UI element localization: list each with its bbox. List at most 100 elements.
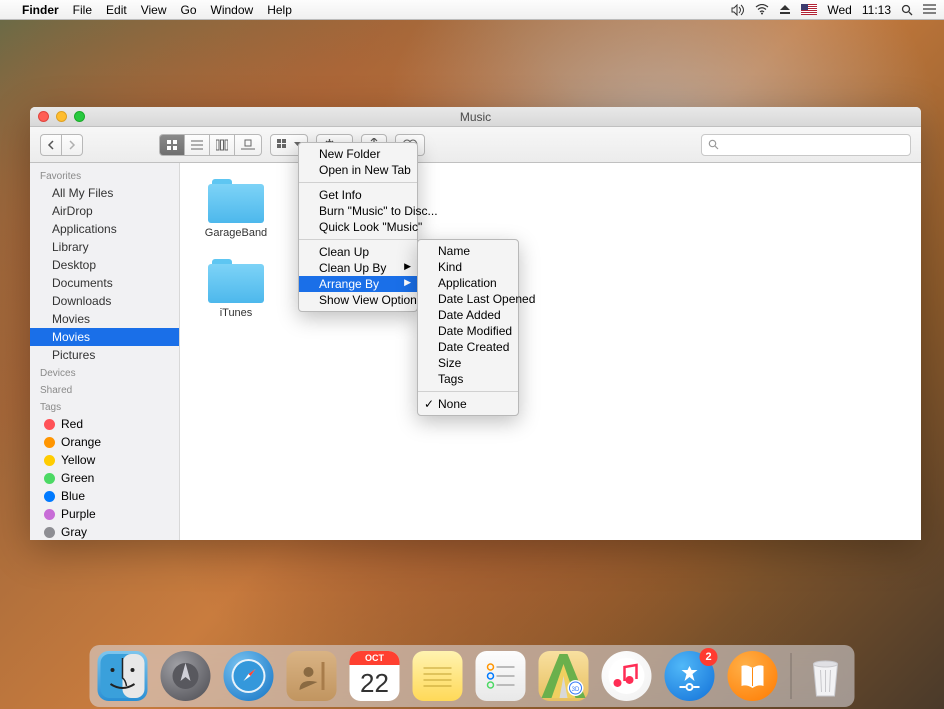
sidebar-item-movies[interactable]: Movies <box>30 310 179 328</box>
dock-safari[interactable] <box>224 651 274 701</box>
content-area[interactable]: GarageBand iTunes <box>180 163 921 540</box>
sub-date-last-opened[interactable]: Date Last Opened <box>418 291 518 307</box>
eject-icon[interactable] <box>779 4 791 15</box>
dock-appstore[interactable]: 2 <box>665 651 715 701</box>
minimize-button[interactable] <box>56 111 67 122</box>
ctx-get-info[interactable]: Get Info <box>299 187 417 203</box>
view-menu[interactable]: View <box>141 3 167 17</box>
tag-label: Orange <box>61 435 101 449</box>
separator <box>299 182 417 183</box>
edit-menu[interactable]: Edit <box>106 3 127 17</box>
sidebar-item-documents[interactable]: Documents <box>30 274 179 292</box>
calendar-month: OCT <box>350 651 400 665</box>
tag-orange[interactable]: Orange <box>30 433 179 451</box>
shared-header: Shared <box>30 381 179 398</box>
dock-notes[interactable] <box>413 651 463 701</box>
titlebar[interactable]: Music <box>30 107 921 127</box>
sub-date-created[interactable]: Date Created <box>418 339 518 355</box>
ctx-clean-up[interactable]: Clean Up <box>299 244 417 260</box>
forward-button[interactable] <box>61 134 83 156</box>
app-menu[interactable]: Finder <box>22 3 59 17</box>
wifi-icon[interactable] <box>755 4 769 15</box>
dock-trash[interactable] <box>805 651 847 701</box>
sidebar-item-airdrop[interactable]: AirDrop <box>30 202 179 220</box>
dock-calendar[interactable]: OCT 22 <box>350 651 400 701</box>
folder-itunes[interactable]: iTunes <box>196 259 276 319</box>
sub-size[interactable]: Size <box>418 355 518 371</box>
menubar: Finder File Edit View Go Window Help Wed… <box>0 0 944 20</box>
ctx-show-view-options[interactable]: Show View Options <box>299 292 417 308</box>
svg-text:3D: 3D <box>572 687 580 693</box>
calendar-day: 22 <box>350 665 400 701</box>
dock-contacts[interactable] <box>287 651 337 701</box>
sub-date-added[interactable]: Date Added <box>418 307 518 323</box>
ctx-burn[interactable]: Burn "Music" to Disc... <box>299 203 417 219</box>
tag-yellow[interactable]: Yellow <box>30 451 179 469</box>
folder-icon <box>208 179 264 223</box>
tag-label: Yellow <box>61 453 95 467</box>
tag-label: Gray <box>61 525 87 539</box>
clock-day[interactable]: Wed <box>827 3 851 17</box>
ctx-clean-up-by[interactable]: Clean Up By▶ <box>299 260 417 276</box>
tag-purple[interactable]: Purple <box>30 505 179 523</box>
chevron-right-icon: ▶ <box>404 261 411 272</box>
ctx-new-folder[interactable]: New Folder <box>299 146 417 162</box>
list-view-button[interactable] <box>184 134 209 156</box>
folder-garageband[interactable]: GarageBand <box>196 179 276 239</box>
window-menu[interactable]: Window <box>211 3 254 17</box>
close-button[interactable] <box>38 111 49 122</box>
spotlight-icon[interactable] <box>901 4 913 16</box>
flag-icon[interactable] <box>801 4 817 15</box>
arrange-by-submenu: Name Kind Application Date Last Opened D… <box>417 239 519 416</box>
back-button[interactable] <box>40 134 61 156</box>
folder-label: iTunes <box>220 307 253 319</box>
dock-itunes[interactable] <box>602 651 652 701</box>
sidebar-item-allmyfiles[interactable]: All My Files <box>30 184 179 202</box>
tag-label: Blue <box>61 489 85 503</box>
dock-launchpad[interactable] <box>161 651 211 701</box>
sidebar-item-movies2[interactable]: Movies <box>30 328 179 346</box>
ctx-arrange-by[interactable]: Arrange By▶ <box>299 276 417 292</box>
icon-view-button[interactable] <box>159 134 184 156</box>
chevron-right-icon: ▶ <box>404 277 411 288</box>
tag-gray[interactable]: Gray <box>30 523 179 540</box>
sidebar-item-pictures[interactable]: Pictures <box>30 346 179 364</box>
sidebar-item-desktop[interactable]: Desktop <box>30 256 179 274</box>
dock-reminders[interactable] <box>476 651 526 701</box>
help-menu[interactable]: Help <box>267 3 292 17</box>
go-menu[interactable]: Go <box>181 3 197 17</box>
sub-tags[interactable]: Tags <box>418 371 518 387</box>
sidebar-item-applications[interactable]: Applications <box>30 220 179 238</box>
dock-ibooks[interactable] <box>728 651 778 701</box>
sidebar-item-downloads[interactable]: Downloads <box>30 292 179 310</box>
sidebar: Favorites All My Files AirDrop Applicati… <box>30 163 180 540</box>
tag-green[interactable]: Green <box>30 469 179 487</box>
tag-red[interactable]: Red <box>30 415 179 433</box>
folder-label: GarageBand <box>205 227 267 239</box>
column-view-button[interactable] <box>209 134 234 156</box>
volume-icon[interactable] <box>731 4 745 16</box>
dock-finder[interactable] <box>98 651 148 701</box>
favorites-header: Favorites <box>30 167 179 184</box>
sub-none[interactable]: ✓None <box>418 396 518 412</box>
clock-time[interactable]: 11:13 <box>862 3 891 17</box>
sub-kind[interactable]: Kind <box>418 259 518 275</box>
coverflow-view-button[interactable] <box>234 134 262 156</box>
sidebar-item-library[interactable]: Library <box>30 238 179 256</box>
notification-center-icon[interactable] <box>923 4 936 15</box>
tag-label: Red <box>61 417 83 431</box>
sub-date-modified[interactable]: Date Modified <box>418 323 518 339</box>
sub-application[interactable]: Application <box>418 275 518 291</box>
tag-blue[interactable]: Blue <box>30 487 179 505</box>
ctx-open-new-tab[interactable]: Open in New Tab <box>299 162 417 178</box>
context-menu: New Folder Open in New Tab Get Info Burn… <box>298 142 418 312</box>
ctx-quick-look[interactable]: Quick Look "Music" <box>299 219 417 235</box>
sub-name[interactable]: Name <box>418 243 518 259</box>
search-field[interactable] <box>701 134 911 156</box>
zoom-button[interactable] <box>74 111 85 122</box>
dock-maps[interactable]: 3D <box>539 651 589 701</box>
separator <box>299 239 417 240</box>
check-icon: ✓ <box>424 397 434 411</box>
appstore-badge: 2 <box>700 648 718 666</box>
file-menu[interactable]: File <box>73 3 92 17</box>
